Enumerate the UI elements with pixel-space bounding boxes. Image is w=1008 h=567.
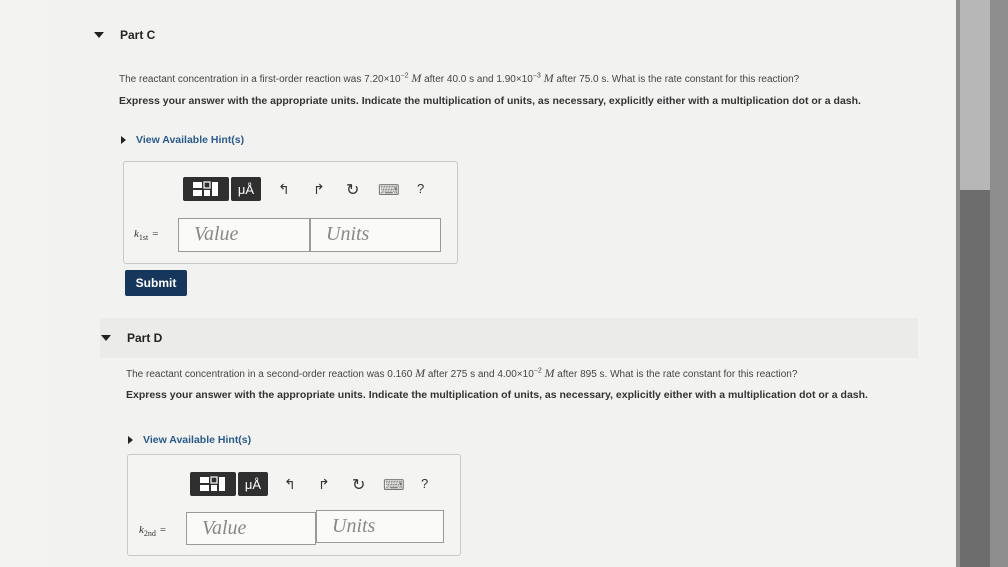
part-c-title: Part C [120, 28, 156, 42]
part-d-instructions: Express your answer with the appropriate… [126, 389, 868, 401]
submit-button[interactable]: Submit [125, 270, 187, 296]
redo-icon[interactable]: ↱ [313, 181, 325, 198]
question-text-2: after 275 s and 4.00×10 [425, 369, 534, 380]
expand-triangle-icon [128, 436, 133, 444]
question-text-3: after 895 s. What is the rate constant f… [554, 369, 798, 380]
variable-subscript: 2nd [143, 529, 156, 539]
units-symbol-button[interactable]: μÅ [238, 472, 268, 496]
molar-unit: M [543, 71, 554, 85]
part-c-hint-toggle[interactable]: View Available Hint(s) [121, 134, 244, 146]
variable-subscript: 1st [138, 233, 149, 243]
collapse-caret-icon[interactable] [94, 32, 104, 38]
units-input[interactable]: Units [310, 218, 441, 252]
part-c-instructions: Express your answer with the appropriate… [119, 95, 861, 107]
question-text-3: after 75.0 s. What is the rate constant … [553, 74, 800, 85]
part-d-hint-toggle[interactable]: View Available Hint(s) [128, 434, 251, 446]
expand-triangle-icon [121, 136, 126, 144]
hint-label: View Available Hint(s) [143, 434, 252, 446]
part-d-header[interactable]: Part D [101, 318, 162, 358]
templates-icon [193, 181, 218, 196]
part-d-question: The reactant concentration in a second-o… [126, 366, 797, 381]
part-c-header[interactable]: Part C [94, 15, 155, 55]
value-input[interactable]: Value [178, 218, 310, 252]
redo-icon[interactable]: ↱ [318, 476, 330, 493]
equals-sign: = [159, 524, 167, 536]
help-icon[interactable]: ? [417, 181, 424, 196]
question-text-1: The reactant concentration in a first-or… [119, 74, 401, 85]
k2nd-label: k2nd = [139, 524, 166, 538]
equals-sign: = [152, 228, 159, 240]
molar-unit: M [411, 71, 422, 85]
exponent-1: −2 [400, 72, 409, 80]
keyboard-icon[interactable]: ⌨ [383, 476, 405, 494]
molar-unit: M [544, 366, 555, 380]
scrollbar-thumb[interactable] [960, 190, 990, 567]
exponent-2: −3 [532, 72, 541, 80]
part-d-header-band [100, 318, 918, 358]
keyboard-icon[interactable]: ⌨ [378, 181, 400, 199]
hint-label: View Available Hint(s) [136, 134, 245, 146]
value-input[interactable]: Value [186, 512, 316, 545]
scrollbar-upper [960, 0, 990, 190]
question-text-2: after 40.0 s and 1.90×10 [421, 74, 533, 85]
help-icon[interactable]: ? [421, 476, 428, 491]
exponent-2: −2 [533, 367, 542, 375]
units-input[interactable]: Units [316, 510, 444, 543]
collapse-caret-icon[interactable] [101, 335, 111, 341]
question-text-1: The reactant concentration in a second-o… [126, 369, 416, 380]
left-margin [0, 0, 48, 567]
part-d-title: Part D [127, 331, 163, 345]
undo-icon[interactable]: ↰ [284, 476, 296, 493]
k1st-label: k1st = [134, 228, 158, 242]
templates-button[interactable] [183, 177, 229, 201]
undo-icon[interactable]: ↰ [278, 181, 290, 198]
templates-button[interactable] [190, 472, 236, 496]
units-symbol-button[interactable]: μÅ [231, 177, 261, 201]
reset-icon[interactable]: ↻ [352, 475, 365, 495]
molar-unit: M [415, 366, 426, 380]
reset-icon[interactable]: ↻ [346, 180, 359, 200]
templates-icon [200, 476, 225, 491]
part-c-question: The reactant concentration in a first-or… [119, 71, 799, 86]
